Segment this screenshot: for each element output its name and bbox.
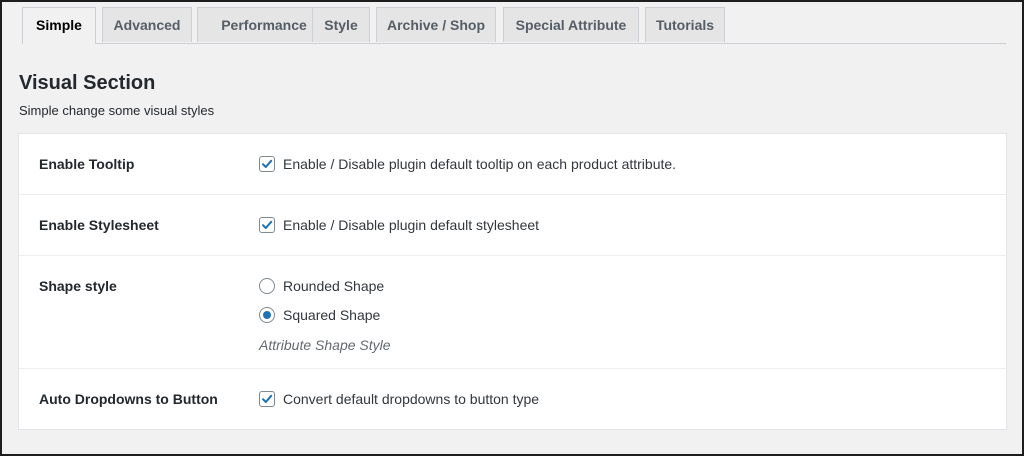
stylesheet-option[interactable]: Enable / Disable plugin default styleshe… [259,216,539,234]
tooltip-option[interactable]: Enable / Disable plugin default tooltip … [259,155,676,173]
rounded-shape-label: Rounded Shape [283,278,385,294]
radio-dot-icon [263,311,271,319]
settings-panel: Enable Tooltip Enable / Disable plugin d… [18,133,1007,430]
shape-option-rounded[interactable]: Rounded Shape [259,277,384,295]
stylesheet-option-label: Enable / Disable plugin default styleshe… [283,217,540,233]
checkmark-icon [262,159,273,168]
setting-label-tooltip: Enable Tooltip [39,156,135,172]
settings-tabs: Simple Advanced Performance Style Archiv… [22,7,1006,44]
setting-label-stylesheet: Enable Stylesheet [39,217,159,233]
tab-style[interactable]: Style [312,7,370,42]
tooltip-checkbox[interactable] [259,156,275,172]
tooltip-option-label: Enable / Disable plugin default tooltip … [283,156,677,172]
tab-advanced[interactable]: Advanced [102,7,192,42]
tab-tutorials[interactable]: Tutorials [645,7,725,42]
checkmark-icon [262,394,273,403]
setting-label-dropdowns: Auto Dropdowns to Button [39,391,218,407]
shape-option-squared[interactable]: Squared Shape [259,306,380,324]
tab-performance[interactable]: Performance [197,7,331,42]
setting-row-dropdowns: Auto Dropdowns to Button Convert default… [19,369,1006,429]
setting-row-tooltip: Enable Tooltip Enable / Disable plugin d… [19,134,1006,195]
setting-row-shape: Shape style Rounded Shape Squared Shape … [19,256,1006,369]
dropdowns-option-label: Convert default dropdowns to button type [283,391,540,407]
setting-label-shape: Shape style [39,278,117,294]
dropdowns-checkbox[interactable] [259,391,275,407]
shape-style-hint: Attribute Shape Style [259,337,391,353]
rounded-shape-radio[interactable] [259,278,275,294]
settings-page: Simple Advanced Performance Style Archiv… [2,2,1022,454]
squared-shape-radio[interactable] [259,307,275,323]
stylesheet-checkbox[interactable] [259,217,275,233]
section-title: Visual Section [19,72,156,94]
section-description: Simple change some visual styles [19,103,215,118]
setting-row-stylesheet: Enable Stylesheet Enable / Disable plugi… [19,195,1006,256]
tab-archive-shop[interactable]: Archive / Shop [376,7,496,42]
checkmark-icon [262,220,273,229]
dropdowns-option[interactable]: Convert default dropdowns to button type [259,390,539,408]
tab-special-attribute[interactable]: Special Attribute [503,7,639,42]
squared-shape-label: Squared Shape [283,307,381,323]
tab-simple[interactable]: Simple [22,7,96,44]
